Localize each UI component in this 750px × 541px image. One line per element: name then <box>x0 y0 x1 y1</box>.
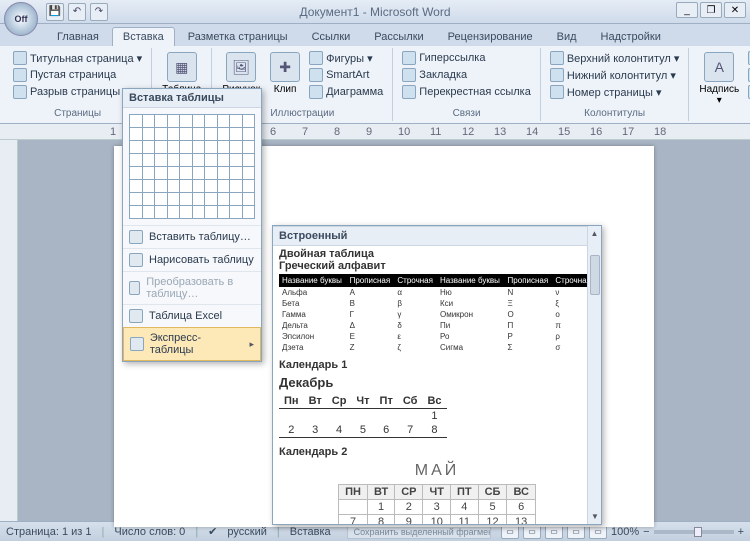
gallery-scrollbar[interactable]: ▲▼ <box>587 226 601 524</box>
convert-table-menu: Преобразовать в таблицу… <box>123 271 261 304</box>
quick-tables-icon <box>130 337 144 351</box>
gallery-item-calendar-1[interactable]: Календарь 1 Декабрь ПнВтСрЧтПтСбВс123456… <box>273 355 601 442</box>
bookmark-icon <box>402 68 416 82</box>
table-dropdown: Вставка таблицы Вставить таблицу… Нарисо… <box>122 88 262 362</box>
blank-page-icon <box>13 68 27 82</box>
minimize-button[interactable]: _ <box>676 2 698 18</box>
dropcap-button[interactable]: Буквица ▾ <box>745 84 750 100</box>
cover-page-icon <box>13 51 27 65</box>
draw-table-icon <box>129 253 143 267</box>
table-dropdown-header: Вставка таблицы <box>123 89 261 108</box>
gallery-item-calendar-2[interactable]: Календарь 2 МАЙ ПНВТСРЧТПТСБВС1234567891… <box>273 442 601 525</box>
close-button[interactable]: ✕ <box>724 2 746 18</box>
clip-button[interactable]: ✚Клип <box>266 50 304 97</box>
quick-tables-gallery: ▲▼ Встроенный Двойная таблица Греческий … <box>272 225 602 525</box>
convert-table-icon <box>129 281 140 295</box>
cover-page-button[interactable]: Титульная страница ▾ <box>10 50 145 66</box>
window-title: Документ1 - Microsoft Word <box>299 5 450 19</box>
footer-icon <box>550 68 564 82</box>
textbox-button[interactable]: AНадпись▾ <box>695 50 743 108</box>
group-links-label: Связи <box>399 106 534 119</box>
qat-save[interactable]: 💾 <box>46 3 64 21</box>
quick-tables-menu[interactable]: Экспресс-таблицы▸ <box>123 327 261 361</box>
tab-insert[interactable]: Вставка <box>112 27 175 46</box>
tab-mailings[interactable]: Рассылки <box>363 27 434 46</box>
footer-button[interactable]: Нижний колонтитул ▾ <box>547 67 683 83</box>
clip-icon: ✚ <box>270 52 300 82</box>
shapes-button[interactable]: Фигуры ▾ <box>306 50 386 66</box>
table-grid-selector[interactable] <box>123 108 261 225</box>
maximize-button[interactable]: ❐ <box>700 2 722 18</box>
tab-references[interactable]: Ссылки <box>301 27 362 46</box>
gallery-section-builtin: Встроенный <box>273 226 601 246</box>
group-headers-label: Колонтитулы <box>547 106 683 119</box>
quickparts-button[interactable]: Экспресс-блоки ▾ <box>745 50 750 66</box>
ribbon: Титульная страница ▾ Пустая страница Раз… <box>0 46 750 124</box>
crossref-icon <box>402 85 416 99</box>
tab-page-layout[interactable]: Разметка страницы <box>177 27 299 46</box>
chart-icon <box>309 85 323 99</box>
picture-icon: 🖼 <box>226 52 256 82</box>
status-mode[interactable]: Вставка <box>290 526 331 538</box>
smartart-icon <box>309 68 323 82</box>
chart-button[interactable]: Диаграмма <box>306 84 386 100</box>
header-icon <box>550 51 564 65</box>
draw-table-menu[interactable]: Нарисовать таблицу <box>123 248 261 271</box>
excel-table-icon <box>129 309 143 323</box>
textbox-icon: A <box>704 52 734 82</box>
pagenum-button[interactable]: Номер страницы ▾ <box>547 84 683 100</box>
zoom-slider[interactable] <box>654 530 734 534</box>
office-button[interactable]: Off <box>4 2 38 36</box>
tab-home[interactable]: Главная <box>46 27 110 46</box>
hyperlink-button[interactable]: Гиперссылка <box>399 50 534 66</box>
status-lang[interactable]: русский <box>227 526 266 538</box>
zoom-label[interactable]: 100% <box>611 526 639 538</box>
qat-undo[interactable]: ↶ <box>68 3 86 21</box>
qat-redo[interactable]: ↷ <box>90 3 108 21</box>
blank-page-button[interactable]: Пустая страница <box>10 67 145 83</box>
horizontal-ruler[interactable]: 123456789101112131415161718 <box>0 124 750 140</box>
insert-table-icon <box>129 230 143 244</box>
table-icon: ▦ <box>167 52 197 82</box>
hyperlink-icon <box>402 51 416 65</box>
tab-view[interactable]: Вид <box>546 27 588 46</box>
tab-addins[interactable]: Надстройки <box>590 27 672 46</box>
pagenum-icon <box>550 85 564 99</box>
bookmark-button[interactable]: Закладка <box>399 67 534 83</box>
page-break-icon <box>13 85 27 99</box>
insert-table-menu[interactable]: Вставить таблицу… <box>123 225 261 248</box>
header-button[interactable]: Верхний колонтитул ▾ <box>547 50 683 66</box>
wordart-button[interactable]: WordArt ▾ <box>745 67 750 83</box>
smartart-button[interactable]: SmartArt <box>306 67 386 83</box>
crossref-button[interactable]: Перекрестная ссылка <box>399 84 534 100</box>
zoom-in[interactable]: + <box>738 526 744 538</box>
vertical-ruler[interactable] <box>0 140 18 521</box>
shapes-icon <box>309 51 323 65</box>
group-text-label: Текст <box>695 108 750 121</box>
zoom-out[interactable]: − <box>643 526 649 538</box>
excel-table-menu[interactable]: Таблица Excel <box>123 304 261 327</box>
status-page[interactable]: Страница: 1 из 1 <box>6 526 92 538</box>
status-words[interactable]: Число слов: 0 <box>114 526 185 538</box>
tab-review[interactable]: Рецензирование <box>437 27 544 46</box>
gallery-item-double-table[interactable]: Двойная таблица Греческий алфавит Назван… <box>273 246 601 355</box>
submenu-arrow-icon: ▸ <box>249 339 254 350</box>
